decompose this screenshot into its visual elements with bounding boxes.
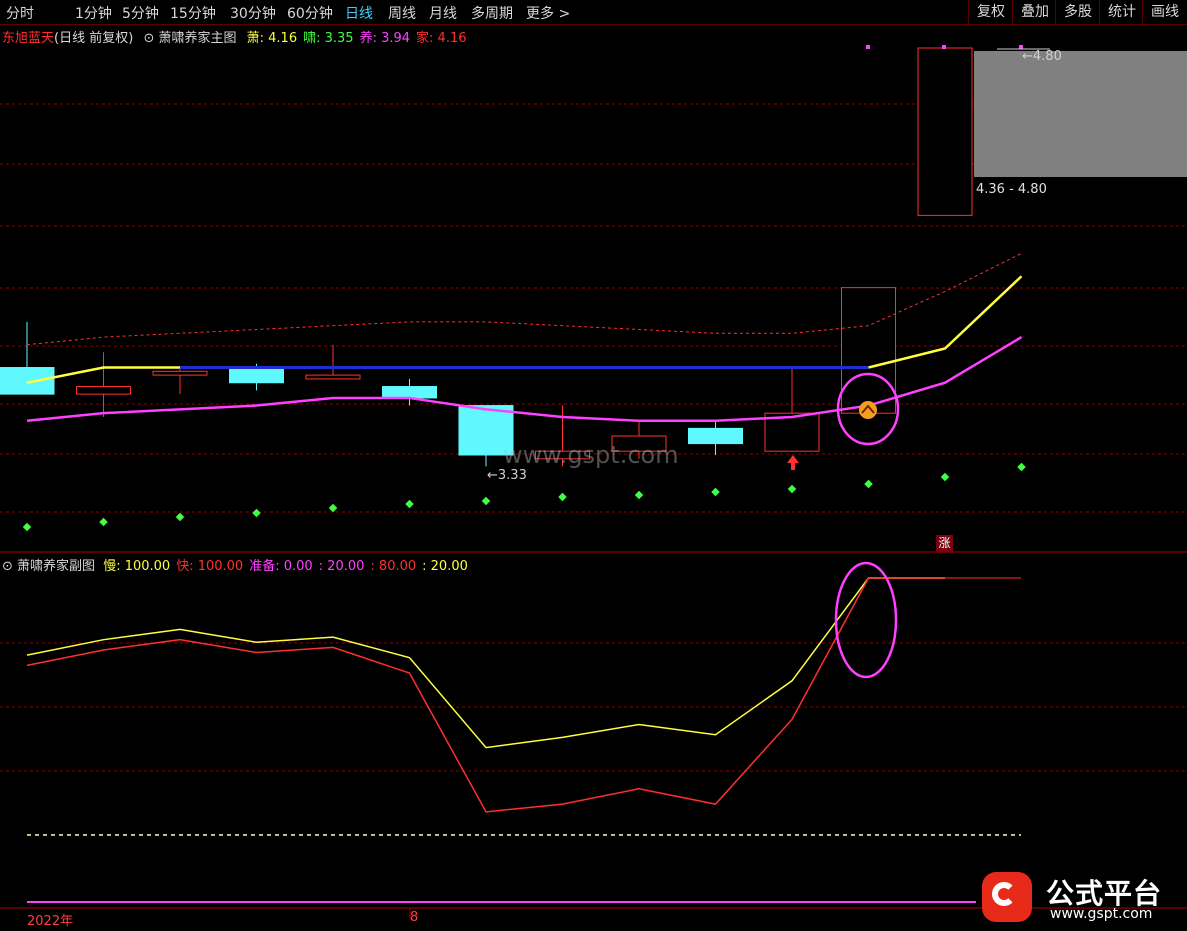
- sub-series-1: [26, 577, 945, 813]
- candle-body-2: [152, 370, 208, 376]
- candle-body-5: [382, 386, 437, 399]
- brand-url: www.gspt.com: [1050, 906, 1153, 922]
- high-price-label: ←4.80: [1022, 49, 1062, 64]
- sub-series-0: [26, 577, 945, 749]
- candle-body-1: [76, 386, 131, 395]
- xiao-dot-7: [558, 492, 567, 502]
- xiao-dot-5: [405, 499, 414, 509]
- top-dot-0: [866, 45, 870, 49]
- xiao-dot-4: [328, 503, 338, 513]
- low-price-label: ←3.33: [487, 468, 527, 483]
- xiao-dot-9: [711, 487, 720, 497]
- xiao-dot-6: [481, 496, 491, 506]
- candle-body-11: [841, 287, 896, 414]
- range-label: 4.36 - 4.80: [976, 182, 1047, 197]
- candle-body-4: [305, 374, 361, 380]
- xiao-dot-11: [864, 479, 873, 489]
- candle-body-12: [917, 47, 973, 216]
- range-box: [974, 51, 1187, 177]
- xiao-dot-2: [175, 512, 185, 522]
- brand-watermark: 公式平台 www.gspt.com: [978, 868, 1183, 926]
- candle-body-3: [229, 367, 284, 384]
- candle-body-9: [688, 427, 743, 445]
- center-watermark: www.gspt.com: [503, 441, 679, 469]
- xiao-dot-12: [940, 472, 950, 482]
- zhang-badge: 涨: [936, 535, 953, 552]
- up-signal-icon: [859, 401, 877, 419]
- candle-body-0: [0, 367, 55, 395]
- xiao-dot-10: [787, 484, 797, 494]
- xiao-dot-13: [1017, 462, 1026, 472]
- xiao-dot-3: [252, 508, 261, 518]
- xiao-dot-8: [634, 490, 644, 500]
- top-dot-1: [942, 45, 946, 49]
- xiao-dot-1: [99, 517, 108, 527]
- year-label: 2022年: [27, 914, 74, 929]
- brand-logo-mark: [992, 882, 1016, 906]
- buy-arrow-icon: [787, 455, 799, 470]
- xiao-dot-0: [22, 522, 32, 532]
- month-label: 8: [410, 910, 419, 925]
